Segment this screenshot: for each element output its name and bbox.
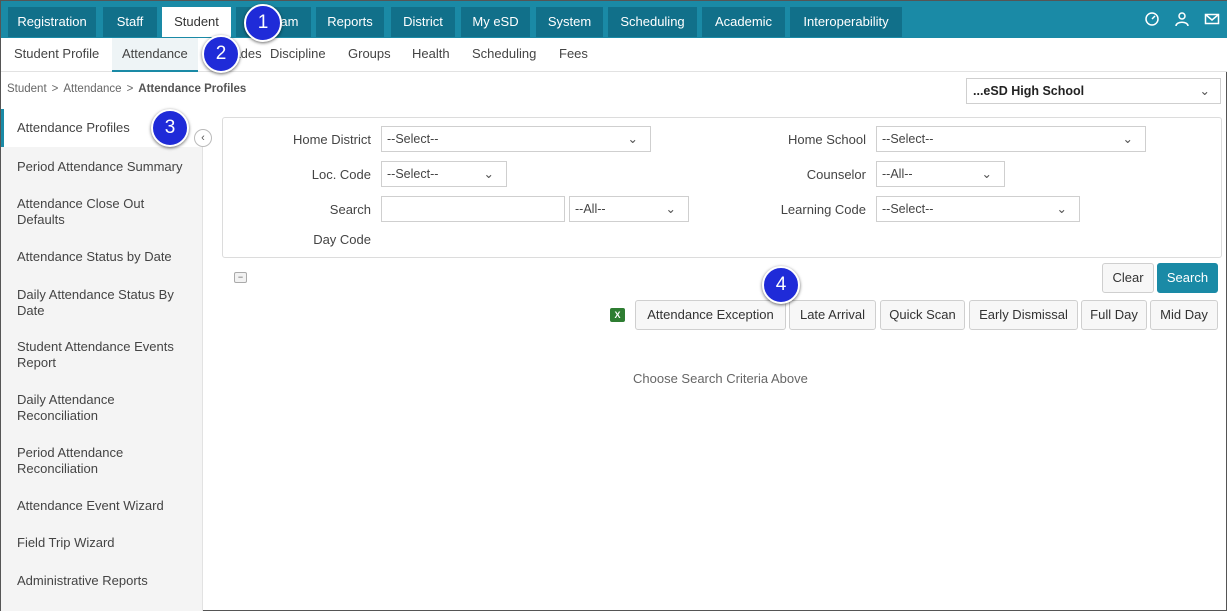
day-code-search-input[interactable] xyxy=(381,196,565,222)
mail-icon[interactable] xyxy=(1204,11,1220,27)
loc-code-select[interactable]: --Select-- ⌄ xyxy=(381,161,507,187)
breadcrumb-current: Attendance Profiles xyxy=(138,83,247,95)
home-district-label: Home District xyxy=(292,132,371,147)
home-school-select[interactable]: --Select-- ⌄ xyxy=(876,126,1146,152)
breadcrumb-separator: > xyxy=(126,83,134,95)
chevron-down-icon: ⌄ xyxy=(1056,202,1067,216)
sidebar-item-daily-attendance-reconciliation[interactable]: Daily Attendance Reconciliation xyxy=(1,392,203,424)
sub-navigation-bar: Student Profile Attendance Grades Discip… xyxy=(1,38,1227,72)
loc-code-label: Loc. Code xyxy=(311,167,371,182)
learning-code-label: Learning Code xyxy=(780,202,866,217)
sidebar: Attendance Profiles Period Attendance Su… xyxy=(1,109,203,611)
chevron-down-icon: ⌄ xyxy=(665,202,676,216)
clear-button[interactable]: Clear xyxy=(1102,263,1154,293)
sidebar-item-attendance-status-by-date[interactable]: Attendance Status by Date xyxy=(1,249,203,265)
callout-2: 2 xyxy=(202,35,240,73)
home-district-select[interactable]: --Select-- ⌄ xyxy=(381,126,651,152)
home-district-value: --Select-- xyxy=(387,132,439,146)
attendance-exception-button[interactable]: Attendance Exception xyxy=(635,300,786,330)
chevron-down-icon: ⌄ xyxy=(981,167,992,181)
counselor-select[interactable]: --All-- ⌄ xyxy=(876,161,1005,187)
search-day-code-label: Search xyxy=(329,202,371,217)
subtab-scheduling[interactable]: Scheduling xyxy=(462,38,546,72)
day-code-label: Day Code xyxy=(313,232,371,247)
early-dismissal-button[interactable]: Early Dismissal xyxy=(969,300,1078,330)
counselor-label: Counselor xyxy=(806,167,866,182)
chevron-down-icon: ⌄ xyxy=(1199,84,1210,98)
sidebar-item-attendance-close-out-defaults[interactable]: Attendance Close Out Defaults xyxy=(1,196,203,228)
sidebar-item-student-attendance-events-report[interactable]: Student Attendance Events Report xyxy=(1,339,203,371)
sidebar-item-field-trip-wizard[interactable]: Field Trip Wizard xyxy=(1,535,203,551)
breadcrumb-attendance[interactable]: Attendance xyxy=(63,83,121,95)
subtab-health[interactable]: Health xyxy=(402,38,460,72)
chevron-down-icon: ⌄ xyxy=(483,167,494,181)
search-button[interactable]: Search xyxy=(1157,263,1218,293)
breadcrumb: Student > Attendance > Attendance Profiles xyxy=(7,83,246,95)
breadcrumb-separator: > xyxy=(51,83,59,95)
day-code-select-value: --All-- xyxy=(575,202,606,216)
mid-day-button[interactable]: Mid Day xyxy=(1150,300,1218,330)
callout-1: 1 xyxy=(244,4,282,42)
home-school-label: Home School xyxy=(787,132,866,147)
learning-code-value: --Select-- xyxy=(882,202,934,216)
tab-staff[interactable]: Staff xyxy=(103,7,157,37)
subtab-student-profile[interactable]: Student Profile xyxy=(4,38,109,72)
top-navigation-bar: Registration Staff Student Program Repor… xyxy=(1,1,1227,38)
collapse-sidebar-icon[interactable]: ‹ xyxy=(194,129,212,147)
sidebar-item-administrative-reports[interactable]: Administrative Reports xyxy=(1,573,203,589)
user-icon[interactable] xyxy=(1174,11,1190,27)
quick-scan-button[interactable]: Quick Scan xyxy=(880,300,965,330)
subtab-groups[interactable]: Groups xyxy=(338,38,401,72)
excel-export-icon[interactable]: X xyxy=(610,308,625,322)
callout-4: 4 xyxy=(762,266,800,304)
tab-system[interactable]: System xyxy=(536,7,603,37)
chevron-down-icon: ⌄ xyxy=(1122,132,1133,146)
sidebar-item-period-attendance-reconciliation[interactable]: Period Attendance Reconciliation xyxy=(1,445,203,477)
tab-scheduling[interactable]: Scheduling xyxy=(608,7,697,37)
tab-academic[interactable]: Academic xyxy=(702,7,785,37)
subtab-fees[interactable]: Fees xyxy=(549,38,598,72)
breadcrumb-student[interactable]: Student xyxy=(7,83,47,95)
tab-reports[interactable]: Reports xyxy=(316,7,384,37)
full-day-button[interactable]: Full Day xyxy=(1081,300,1147,330)
learning-code-select[interactable]: --Select-- ⌄ xyxy=(876,196,1080,222)
empty-results-message: Choose Search Criteria Above xyxy=(633,371,808,386)
sidebar-item-period-attendance-summary[interactable]: Period Attendance Summary xyxy=(1,159,203,175)
school-selector[interactable]: ...eSD High School ⌄ xyxy=(966,78,1221,104)
dashboard-icon[interactable] xyxy=(1144,11,1160,27)
chevron-down-icon: ⌄ xyxy=(627,132,638,146)
school-selector-value: ...eSD High School xyxy=(973,84,1085,98)
callout-3: 3 xyxy=(151,109,189,147)
collapse-filters-icon[interactable]: − xyxy=(234,272,247,283)
tab-interoperability[interactable]: Interoperability xyxy=(790,7,902,37)
tab-student[interactable]: Student xyxy=(162,7,231,37)
counselor-value: --All-- xyxy=(882,167,913,181)
tab-registration[interactable]: Registration xyxy=(8,7,96,37)
loc-code-value: --Select-- xyxy=(387,167,439,181)
sidebar-item-attendance-event-wizard[interactable]: Attendance Event Wizard xyxy=(1,498,203,514)
home-school-value: --Select-- xyxy=(882,132,934,146)
late-arrival-button[interactable]: Late Arrival xyxy=(789,300,876,330)
subtab-attendance[interactable]: Attendance xyxy=(112,38,198,72)
tab-my-esd[interactable]: My eSD xyxy=(461,7,530,37)
tab-district[interactable]: District xyxy=(391,7,455,37)
subtab-discipline[interactable]: Discipline xyxy=(260,38,336,72)
day-code-select[interactable]: --All-- ⌄ xyxy=(569,196,689,222)
sidebar-item-daily-attendance-status-by-date[interactable]: Daily Attendance Status By Date xyxy=(1,287,203,319)
